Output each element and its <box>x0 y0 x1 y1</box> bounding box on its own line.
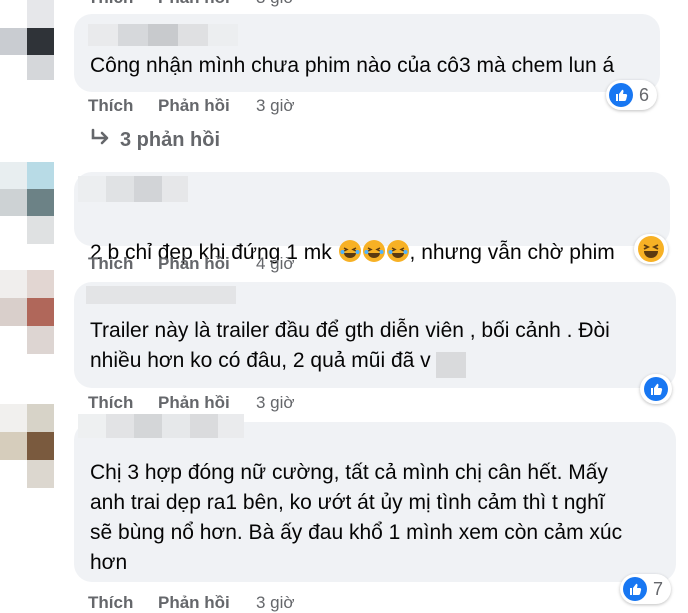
comment-text: Trailer này là trailer đầu để gth diễn v… <box>90 319 610 372</box>
reply-link[interactable]: Phản hồi <box>158 593 230 613</box>
comment-text: Công nhận mình chưa phim nào của cô3 mà … <box>90 54 615 77</box>
like-link[interactable]: Thích <box>88 393 133 413</box>
avatar[interactable] <box>0 0 54 80</box>
avatar[interactable] <box>0 270 54 354</box>
like-link[interactable]: Thích <box>88 593 133 613</box>
comment-bubble: Trailer này là trailer đầu để gth diễn v… <box>74 282 676 388</box>
avatar[interactable] <box>0 162 54 244</box>
like-link[interactable]: Thích <box>88 254 133 274</box>
blurred-author-name[interactable] <box>88 24 238 46</box>
haha-emoji-icon <box>338 240 361 262</box>
comment-timestamp: 4 giờ <box>256 254 295 273</box>
reaction-summary[interactable] <box>640 374 672 404</box>
blurred-author-name[interactable] <box>78 176 188 202</box>
reply-arrow-icon <box>91 128 109 145</box>
reply-link[interactable]: Phản hồi <box>158 254 230 274</box>
comment-text-part: , nhưng vẫn chờ phim <box>409 241 615 264</box>
reply-link[interactable]: Phản hồi <box>158 96 230 116</box>
blurred-text-fragment <box>436 352 466 378</box>
like-icon <box>644 377 668 401</box>
haha-emoji-icon <box>386 240 409 262</box>
comment-bubble: 2 b chỉ đẹp khi đứng 1 mk , nhưng vẫn ch… <box>74 172 670 264</box>
comment-bubble: Công nhận mình chưa phim nào của cô3 mà … <box>74 14 660 92</box>
blurred-author-name[interactable] <box>78 414 244 438</box>
view-replies-link[interactable]: 3 phản hồi <box>90 128 220 152</box>
reply-link[interactable]: Phản hồi <box>158 0 230 8</box>
like-link[interactable]: Thích <box>88 0 133 8</box>
haha-icon <box>638 236 664 262</box>
reaction-count: 6 <box>639 84 650 105</box>
comment-timestamp: 3 giờ <box>256 393 295 412</box>
comment-timestamp: 3 giờ <box>256 593 295 612</box>
haha-emoji-icon <box>362 240 385 262</box>
reaction-summary[interactable]: 6 <box>606 80 658 110</box>
replies-label[interactable]: 3 phản hồi <box>120 129 220 151</box>
comment-text: Chị 3 hợp đóng nữ cường, tất cả mình chị… <box>90 461 623 574</box>
reaction-count: 7 <box>653 578 664 599</box>
avatar[interactable] <box>0 404 54 488</box>
comment-timestamp: 3 giờ <box>256 96 295 115</box>
like-icon <box>609 83 633 107</box>
reaction-summary[interactable] <box>634 234 668 264</box>
like-link[interactable]: Thích <box>88 96 133 116</box>
comment-timestamp: 3 giờ <box>256 0 295 8</box>
like-icon <box>623 577 647 601</box>
blurred-author-name[interactable] <box>86 286 236 304</box>
reply-link[interactable]: Phản hồi <box>158 393 230 413</box>
reaction-summary[interactable]: 7 <box>620 574 672 604</box>
comment-bubble: Chị 3 hợp đóng nữ cường, tất cả mình chị… <box>74 414 676 582</box>
